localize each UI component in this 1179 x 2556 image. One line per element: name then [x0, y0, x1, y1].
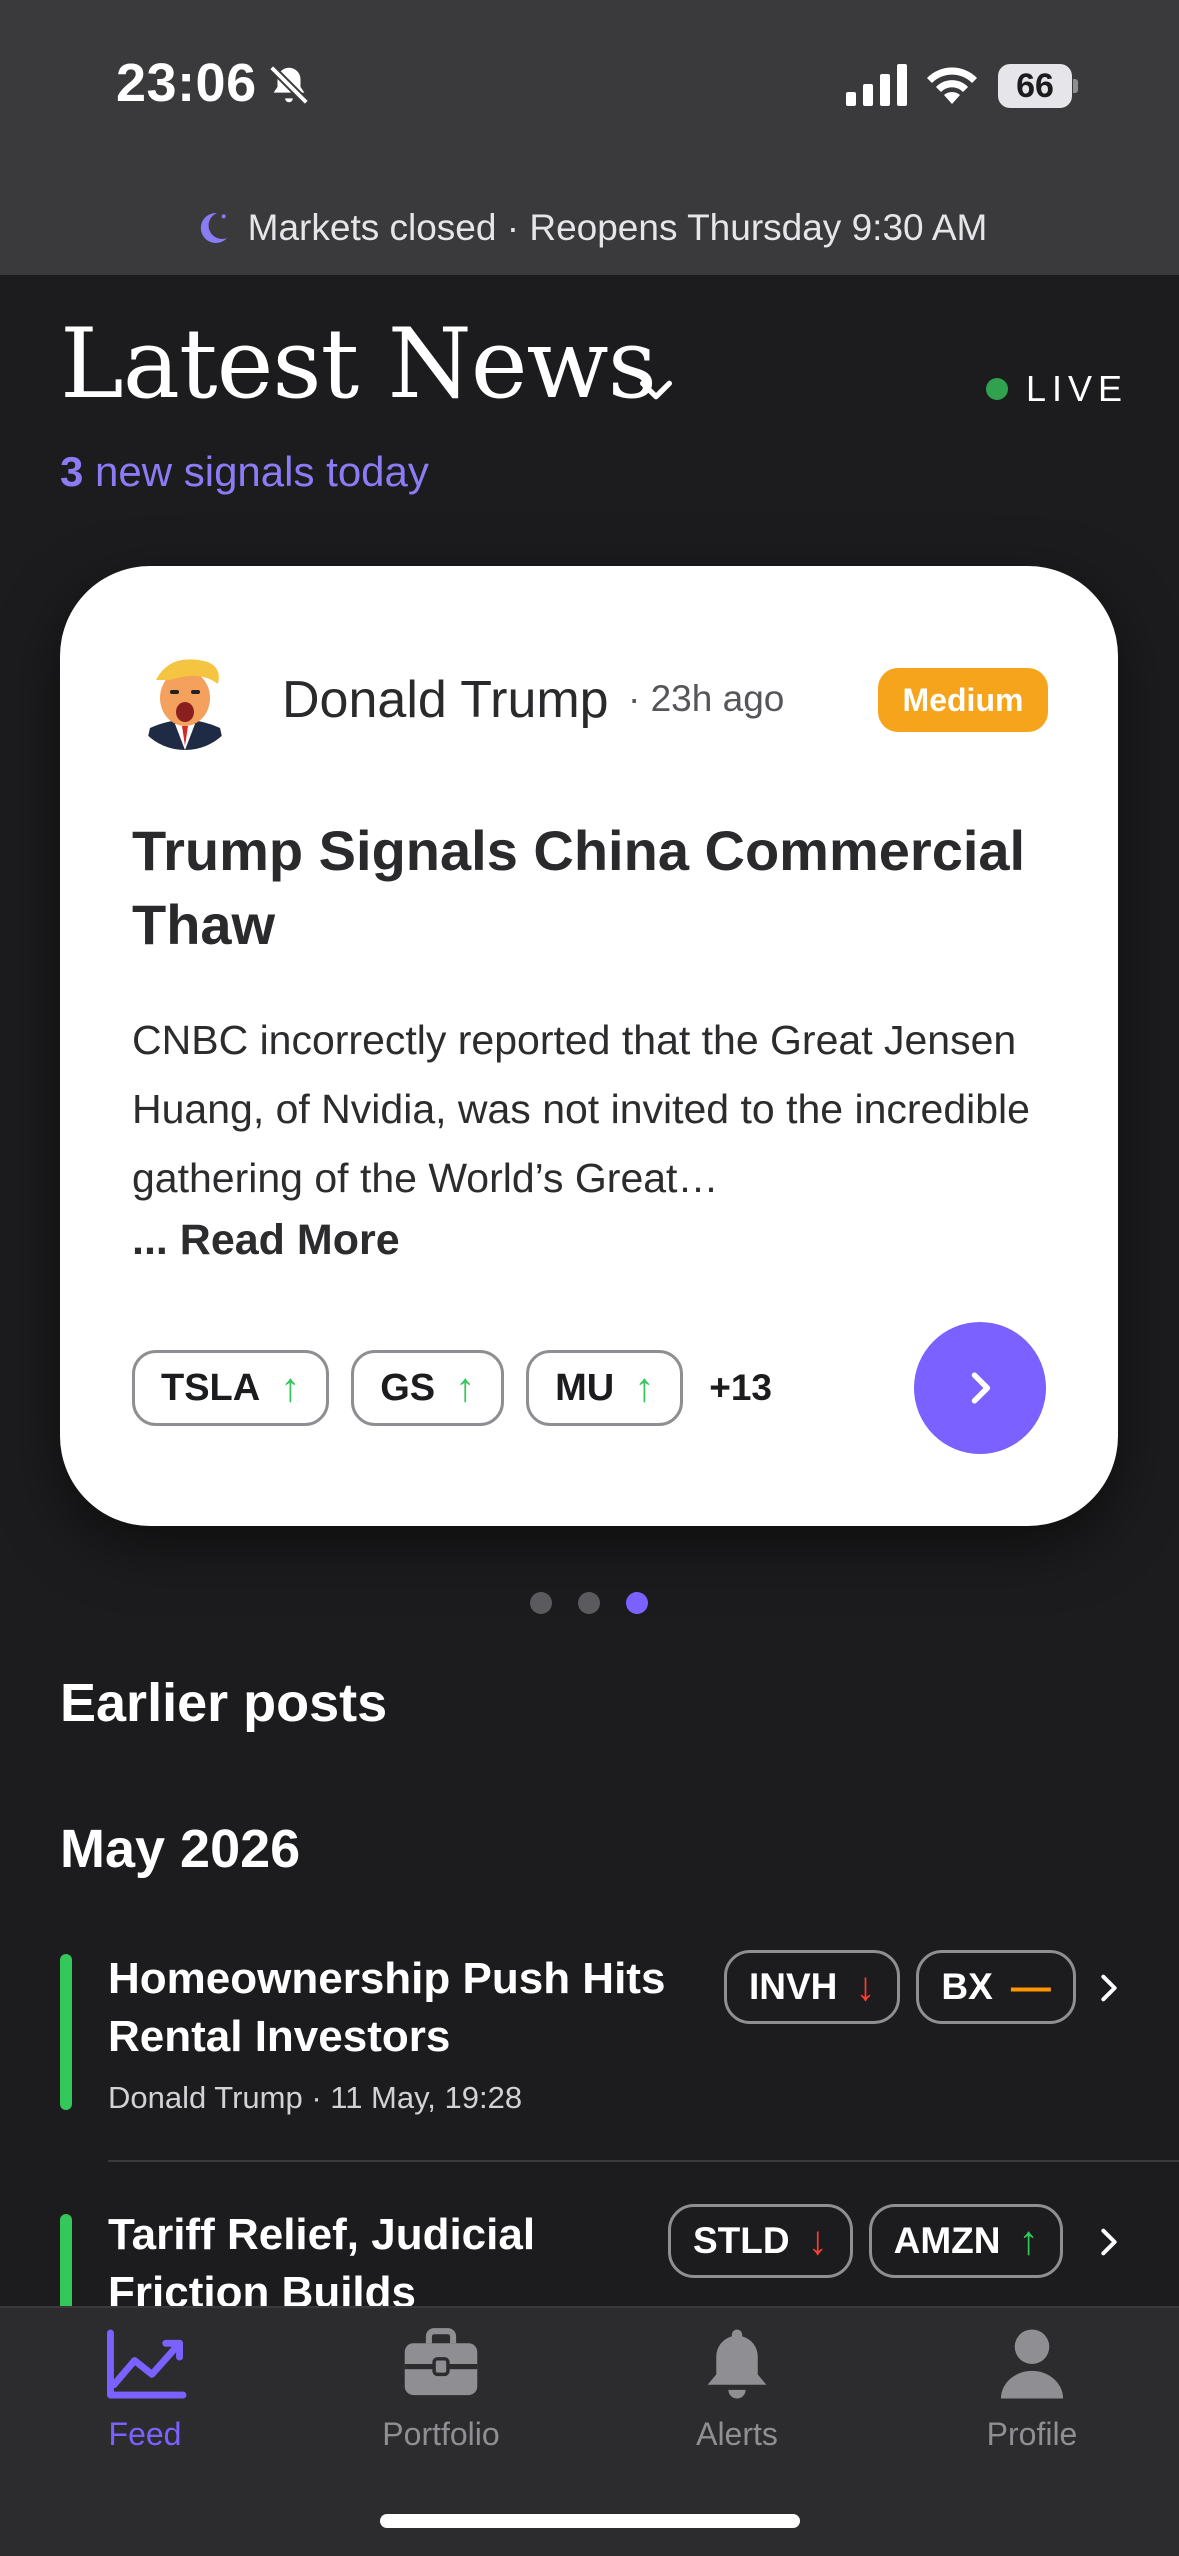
ticker-symbol: MU	[555, 1366, 615, 1409]
live-dot	[986, 378, 1008, 400]
ticker-symbol: AMZN	[893, 2220, 1001, 2261]
pager-dot[interactable]	[530, 1592, 552, 1614]
chart-line-icon	[107, 2329, 187, 2399]
sentiment-bar	[60, 2214, 72, 2314]
ticker-symbol: BX	[941, 1966, 993, 2007]
new-signals-count: 3 new signals today	[60, 448, 429, 496]
tab-profile[interactable]: Profile	[922, 2326, 1142, 2476]
arrow-up-icon: ↑	[280, 1365, 301, 1410]
news-excerpt: CNBC incorrectly reported that the Great…	[132, 1017, 1030, 1201]
post-ticker-list: INVH ↓ BX —	[724, 1950, 1076, 2024]
tab-portfolio[interactable]: Portfolio	[331, 2326, 551, 2476]
month-heading: May 2026	[60, 1819, 301, 1879]
ticker-pill[interactable]: BX —	[916, 1950, 1076, 2024]
ticker-pill[interactable]: TSLA ↑	[132, 1350, 330, 1426]
sentiment-bar	[60, 1954, 72, 2110]
post-meta: Donald Trump · 11 May, 19:28	[108, 2080, 523, 2115]
post-title: Homeownership Push Hits Rental Investors	[108, 1954, 666, 2061]
market-status-banner: Markets closed · Reopens Thursday 9:30 A…	[0, 180, 1179, 275]
status-bar: 23:06 66	[0, 0, 1179, 180]
chevron-right-icon[interactable]	[1092, 1968, 1126, 2008]
bell-off-icon	[269, 65, 309, 105]
dash-icon: —	[1010, 1964, 1051, 2009]
ticker-pill[interactable]: STLD ↓	[668, 2204, 853, 2278]
pager-dot[interactable]	[578, 1592, 600, 1614]
chevron-right-icon	[971, 1372, 991, 1404]
arrow-down-icon: ↓	[807, 2218, 828, 2263]
briefcase-icon	[404, 2328, 478, 2396]
page-title[interactable]: Latest News	[60, 308, 657, 420]
wifi-icon	[927, 67, 977, 104]
ticker-symbol: INVH	[749, 1966, 838, 2007]
list-item[interactable]: Tariff Relief, Judicial Friction Builds …	[0, 2204, 1179, 2314]
earlier-posts-heading: Earlier posts	[60, 1673, 388, 1733]
tab-label: Alerts	[696, 2416, 778, 2452]
ticker-pill[interactable]: MU ↑	[526, 1350, 684, 1426]
ticker-list: TSLA ↑ GS ↑ MU ↑ +13	[132, 1350, 772, 1426]
home-indicator[interactable]	[380, 2514, 800, 2528]
chevron-down-icon[interactable]	[636, 370, 676, 410]
featured-news-card[interactable]: Donald Trump · 23h ago Medium Trump Sign…	[60, 566, 1118, 1526]
bell-icon	[707, 2329, 767, 2399]
battery-level: 66	[998, 64, 1072, 108]
post-ticker-list: STLD ↓ AMZN ↑	[668, 2204, 1064, 2278]
ticker-pill[interactable]: INVH ↓	[724, 1950, 901, 2024]
more-tickers-count[interactable]: +13	[709, 1367, 772, 1409]
ticker-symbol: GS	[380, 1366, 436, 1409]
status-time: 23:06	[116, 53, 257, 113]
live-label: LIVE	[1026, 368, 1129, 409]
tab-label: Profile	[986, 2416, 1078, 2452]
cellular-signal-icon	[846, 64, 907, 106]
open-article-button[interactable]	[914, 1322, 1046, 1454]
read-more-link[interactable]: ... Read More	[132, 1216, 400, 1265]
arrow-up-icon: ↑	[455, 1365, 476, 1410]
moon-icon	[200, 212, 227, 243]
arrow-down-icon: ↓	[855, 1964, 876, 2009]
tab-label: Feed	[108, 2416, 182, 2452]
list-item[interactable]: Homeownership Push Hits Rental Investors…	[0, 1950, 1179, 2160]
tab-alerts[interactable]: Alerts	[627, 2326, 847, 2476]
carousel-pager[interactable]	[530, 1592, 648, 1614]
signals-count: 3	[60, 448, 84, 495]
battery-nub	[1073, 79, 1078, 93]
chevron-right-icon[interactable]	[1092, 2222, 1126, 2262]
author-name[interactable]: Donald Trump	[282, 670, 609, 730]
ticker-pill[interactable]: AMZN ↑	[868, 2204, 1064, 2278]
battery-indicator: 66	[998, 64, 1078, 108]
arrow-up-icon: ↑	[634, 1365, 655, 1410]
ticker-symbol: TSLA	[161, 1366, 261, 1409]
person-icon	[1000, 2329, 1064, 2399]
tab-feed[interactable]: Feed	[35, 2326, 255, 2476]
arrow-up-icon: ↑	[1018, 2218, 1039, 2263]
ticker-symbol: STLD	[693, 2220, 790, 2261]
news-headline: Trump Signals China Commercial Thaw	[132, 819, 1026, 956]
live-indicator: LIVE	[986, 368, 1128, 410]
market-status-text: Markets closed · Reopens Thursday 9:30 A…	[247, 206, 988, 248]
post-time: · 23h ago	[628, 678, 785, 719]
author-avatar-illustration	[130, 640, 240, 750]
author-avatar	[130, 640, 240, 750]
list-divider	[108, 2160, 1179, 2162]
tab-label: Portfolio	[382, 2416, 500, 2452]
post-title: Tariff Relief, Judicial Friction Builds	[108, 2210, 536, 2314]
pager-dot-active[interactable]	[626, 1592, 648, 1614]
signals-text: new signals today	[83, 448, 429, 495]
ticker-pill[interactable]: GS ↑	[351, 1350, 505, 1426]
impact-badge: Medium	[878, 668, 1048, 732]
